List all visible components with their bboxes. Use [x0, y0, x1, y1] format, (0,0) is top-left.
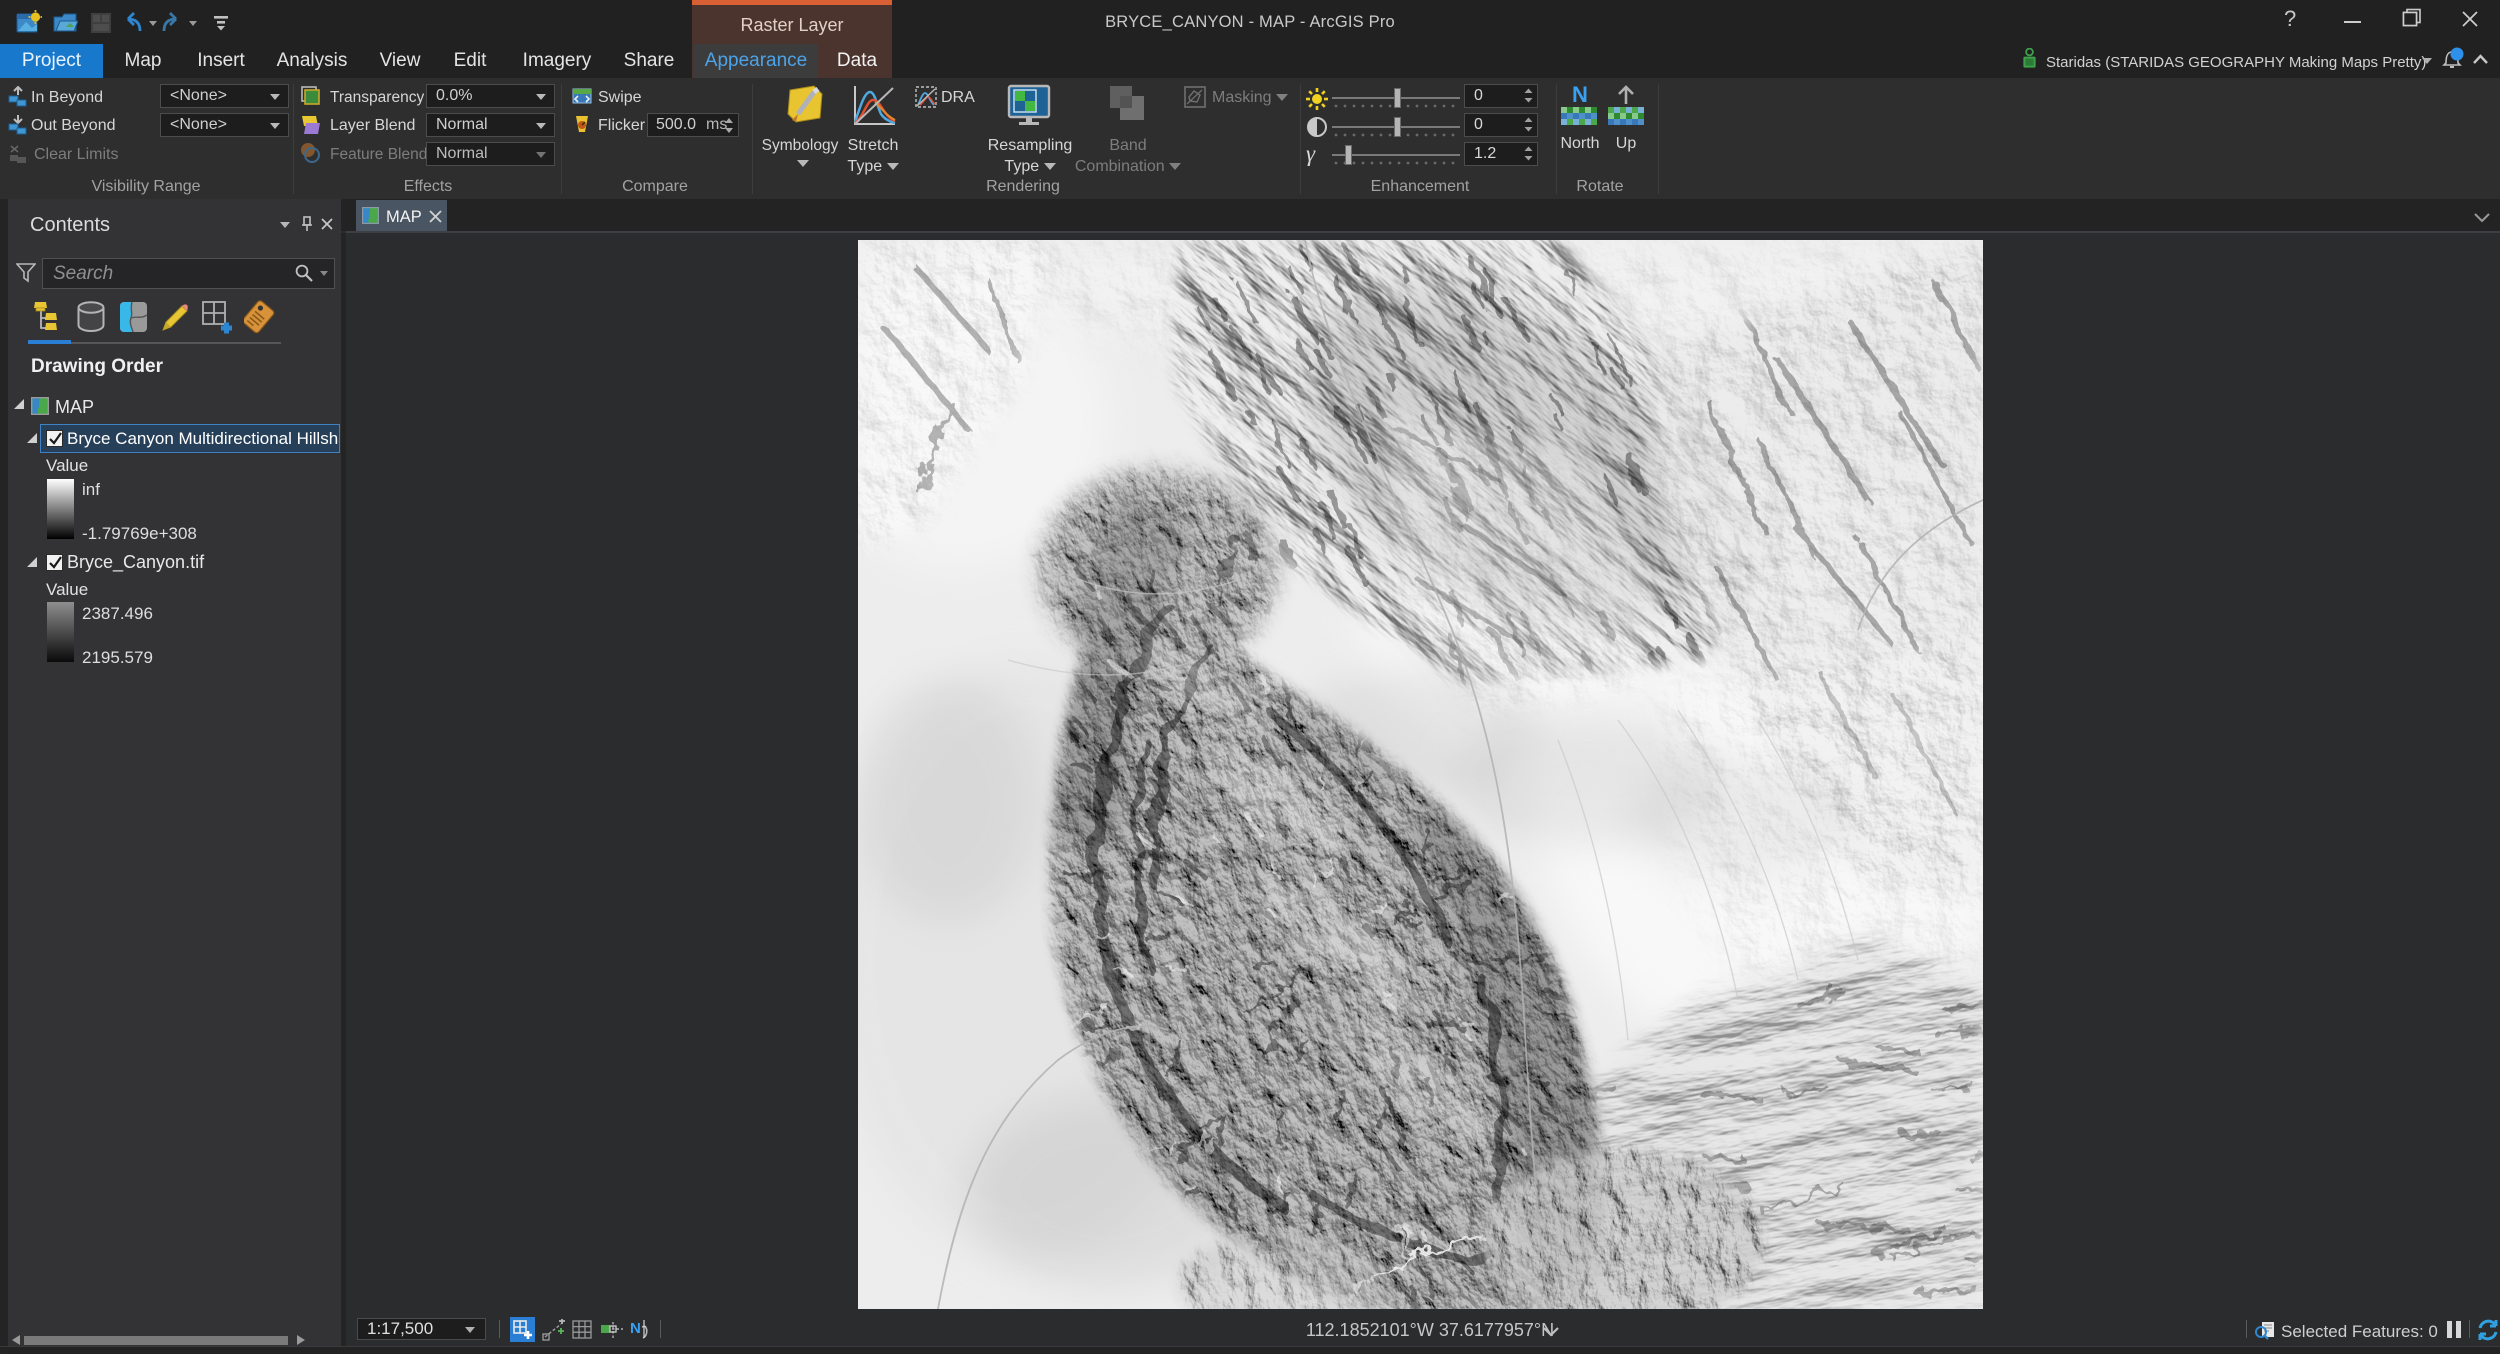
- svg-text:N: N: [630, 1320, 641, 1337]
